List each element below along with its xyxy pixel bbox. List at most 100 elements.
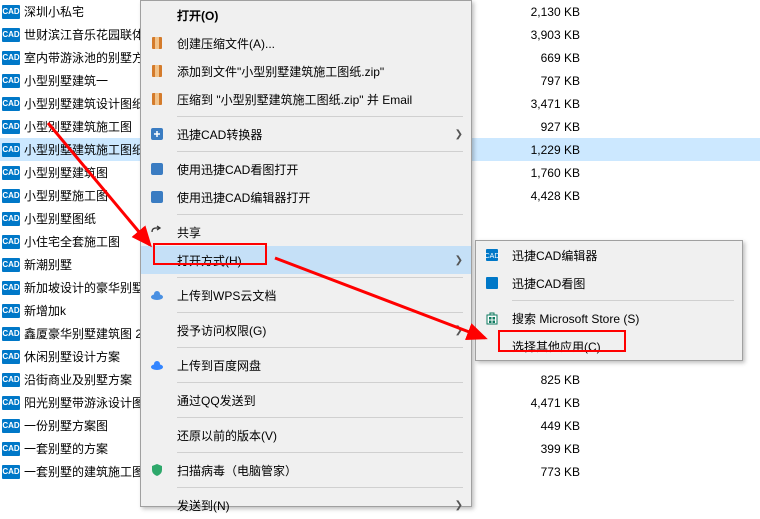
submenu-ms-store[interactable]: 搜索 Microsoft Store (S) bbox=[476, 304, 742, 332]
file-name: 小型别墅建筑设计图纸 bbox=[24, 95, 144, 112]
viewer-icon bbox=[147, 159, 167, 179]
menu-separator bbox=[177, 382, 463, 383]
menu-upload-baidu[interactable]: 上传到百度网盘 bbox=[141, 351, 471, 379]
cad-badge-icon: CAD bbox=[2, 51, 20, 65]
context-menu-main: 打开(O) 创建压缩文件(A)... 添加到文件"小型别墅建筑施工图纸.zip"… bbox=[140, 0, 472, 507]
cad-badge-icon: CAD bbox=[2, 465, 20, 479]
chevron-right-icon: ❯ bbox=[455, 325, 463, 336]
menu-scan-virus[interactable]: 扫描病毒（电脑管家） bbox=[141, 456, 471, 484]
file-name: 一份别墅方案图 bbox=[24, 417, 108, 434]
file-name: 小住宅全套施工图 bbox=[24, 233, 120, 250]
cad-badge-icon: CAD bbox=[2, 143, 20, 157]
menu-separator bbox=[177, 487, 463, 488]
chevron-right-icon: ❯ bbox=[455, 500, 463, 511]
menu-zip-email[interactable]: 压缩到 "小型别墅建筑施工图纸.zip" 并 Email bbox=[141, 85, 471, 113]
context-menu-open-with: CAD 迅捷CAD编辑器 迅捷CAD看图 搜索 Microsoft Store … bbox=[475, 240, 743, 361]
menu-upload-wps[interactable]: 上传到WPS云文档 bbox=[141, 281, 471, 309]
menu-separator bbox=[177, 312, 463, 313]
blank-icon bbox=[147, 5, 167, 25]
menu-add-to-zip[interactable]: 添加到文件"小型别墅建筑施工图纸.zip" bbox=[141, 57, 471, 85]
editor-icon bbox=[147, 187, 167, 207]
file-name: 小型别墅图纸 bbox=[24, 210, 96, 227]
file-name: 小型别墅建筑施工图 bbox=[24, 118, 132, 135]
file-name: 室内带游泳池的别墅方 bbox=[24, 49, 144, 66]
menu-open-editor[interactable]: 使用迅捷CAD编辑器打开 bbox=[141, 183, 471, 211]
cad-badge-icon: CAD bbox=[2, 327, 20, 341]
wps-cloud-icon bbox=[147, 285, 167, 305]
menu-separator bbox=[177, 151, 463, 152]
file-name: 新加坡设计的豪华别墅 bbox=[24, 279, 144, 296]
archive-email-icon bbox=[147, 89, 167, 109]
cad-viewer-icon bbox=[482, 273, 502, 293]
menu-share[interactable]: 共享 bbox=[141, 218, 471, 246]
file-name: 阳光别墅带游泳设计图 bbox=[24, 394, 144, 411]
file-size: 4,428 KB bbox=[480, 189, 580, 203]
blank-icon bbox=[147, 320, 167, 340]
file-size: 825 KB bbox=[480, 373, 580, 387]
file-name: 鑫厦豪华别墅建筑图 2 bbox=[24, 325, 142, 342]
chevron-right-icon: ❯ bbox=[455, 255, 463, 266]
file-size: 797 KB bbox=[480, 74, 580, 88]
menu-open[interactable]: 打开(O) bbox=[141, 1, 471, 29]
cad-badge-icon: CAD bbox=[2, 442, 20, 456]
submenu-cad-viewer[interactable]: 迅捷CAD看图 bbox=[476, 269, 742, 297]
cad-badge-icon: CAD bbox=[2, 189, 20, 203]
cad-badge-icon: CAD bbox=[2, 212, 20, 226]
file-name: 小型别墅建筑图 bbox=[24, 164, 108, 181]
cad-badge-icon: CAD bbox=[2, 235, 20, 249]
archive-icon bbox=[147, 33, 167, 53]
file-size: 3,471 KB bbox=[480, 97, 580, 111]
menu-separator bbox=[177, 347, 463, 348]
file-size: 449 KB bbox=[480, 419, 580, 433]
baidu-icon bbox=[147, 355, 167, 375]
file-name: 新潮别墅 bbox=[24, 256, 72, 273]
cad-editor-icon: CAD bbox=[482, 245, 502, 265]
shield-icon bbox=[147, 460, 167, 480]
menu-open-with[interactable]: 打开方式(H) ❯ bbox=[141, 246, 471, 274]
menu-send-qq[interactable]: 通过QQ发送到 bbox=[141, 386, 471, 414]
blank-icon bbox=[482, 336, 502, 356]
submenu-choose-other[interactable]: 选择其他应用(C) bbox=[476, 332, 742, 360]
blank-icon bbox=[147, 425, 167, 445]
cad-badge-icon: CAD bbox=[2, 74, 20, 88]
file-name: 沿街商业及别墅方案 bbox=[24, 371, 132, 388]
cad-badge-icon: CAD bbox=[2, 166, 20, 180]
file-size: 4,471 KB bbox=[480, 396, 580, 410]
menu-create-archive[interactable]: 创建压缩文件(A)... bbox=[141, 29, 471, 57]
file-name: 小型别墅施工图 bbox=[24, 187, 108, 204]
chevron-right-icon: ❯ bbox=[455, 129, 463, 140]
file-name: 一套别墅的方案 bbox=[24, 440, 108, 457]
ms-store-icon bbox=[482, 308, 502, 328]
cad-badge-icon: CAD bbox=[2, 120, 20, 134]
cad-badge-icon: CAD bbox=[2, 97, 20, 111]
menu-open-viewer[interactable]: 使用迅捷CAD看图打开 bbox=[141, 155, 471, 183]
file-size: 1,229 KB bbox=[480, 143, 580, 157]
menu-separator bbox=[177, 277, 463, 278]
file-name: 深圳小私宅 bbox=[24, 3, 84, 20]
menu-separator bbox=[177, 417, 463, 418]
cad-badge-icon: CAD bbox=[2, 281, 20, 295]
file-size: 1,760 KB bbox=[480, 166, 580, 180]
share-icon bbox=[147, 222, 167, 242]
menu-grant-access[interactable]: 授予访问权限(G) ❯ bbox=[141, 316, 471, 344]
cad-badge-icon: CAD bbox=[2, 28, 20, 42]
menu-separator bbox=[177, 452, 463, 453]
menu-send-to[interactable]: 发送到(N) ❯ bbox=[141, 491, 471, 519]
submenu-cad-editor[interactable]: CAD 迅捷CAD编辑器 bbox=[476, 241, 742, 269]
file-size: 669 KB bbox=[480, 51, 580, 65]
file-name: 休闲别墅设计方案 bbox=[24, 348, 120, 365]
menu-cad-converter[interactable]: 迅捷CAD转换器 ❯ bbox=[141, 120, 471, 148]
cad-badge-icon: CAD bbox=[2, 350, 20, 364]
menu-restore-previous[interactable]: 还原以前的版本(V) bbox=[141, 421, 471, 449]
cad-badge-icon: CAD bbox=[2, 396, 20, 410]
file-name: 世财滨江音乐花园联体 bbox=[24, 26, 144, 43]
cad-badge-icon: CAD bbox=[2, 5, 20, 19]
archive-add-icon bbox=[147, 61, 167, 81]
menu-separator bbox=[177, 214, 463, 215]
cad-badge-icon: CAD bbox=[2, 304, 20, 318]
blank-icon bbox=[147, 495, 167, 515]
file-size: 773 KB bbox=[480, 465, 580, 479]
cad-badge-icon: CAD bbox=[2, 258, 20, 272]
file-size: 399 KB bbox=[480, 442, 580, 456]
file-name: 小型别墅建筑施工图纸 bbox=[24, 141, 144, 158]
